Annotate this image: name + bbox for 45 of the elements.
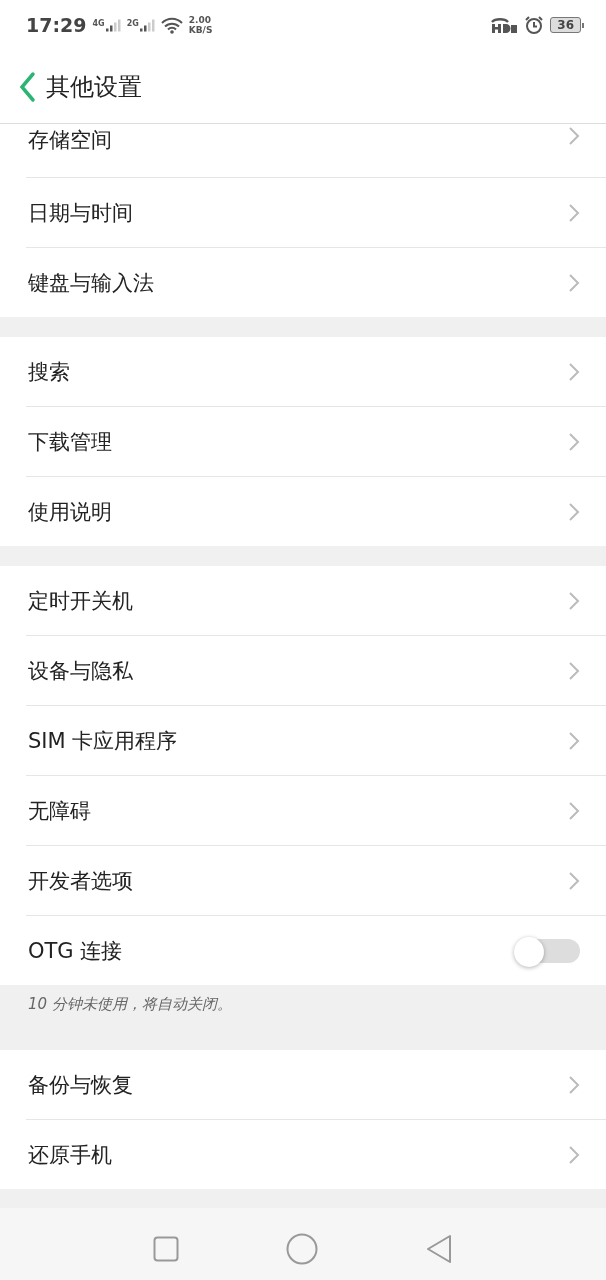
- clock: 17:29: [26, 14, 87, 36]
- toggle-switch[interactable]: [514, 936, 580, 965]
- chevron-icon: [568, 1074, 580, 1095]
- chevron-icon: [568, 202, 580, 223]
- chevron-icon: [568, 590, 580, 611]
- back-icon[interactable]: [424, 1234, 453, 1264]
- network-label: 2G: [126, 18, 139, 28]
- settings-row[interactable]: 存储空间: [0, 124, 606, 177]
- settings-row[interactable]: 备份与恢复: [0, 1050, 606, 1119]
- settings-row[interactable]: 开发者选项: [26, 845, 606, 915]
- signal-icon: [139, 18, 155, 32]
- battery-icon: 36: [550, 17, 584, 33]
- chevron-icon: [568, 431, 580, 452]
- settings-row[interactable]: OTG 连接: [26, 915, 606, 985]
- settings-row[interactable]: 键盘与输入法: [26, 247, 606, 317]
- chevron-icon: [568, 126, 580, 146]
- settings-row[interactable]: 使用说明: [26, 476, 606, 546]
- chevron-icon: [568, 1144, 580, 1165]
- settings-row[interactable]: 还原手机: [26, 1119, 606, 1189]
- speed-unit: KB/S: [188, 25, 213, 35]
- wifi-icon: [160, 16, 183, 34]
- signal-icon: [105, 18, 121, 32]
- settings-row[interactable]: 日期与时间: [26, 177, 606, 247]
- settings-row[interactable]: 下载管理: [26, 406, 606, 476]
- back-icon[interactable]: [18, 70, 36, 103]
- chevron-icon: [568, 800, 580, 821]
- chevron-icon: [568, 272, 580, 293]
- settings-row[interactable]: 搜索: [0, 337, 606, 406]
- speed-value: 2.00: [188, 15, 212, 25]
- hint-text: 10 分钟未使用，将自动关闭。: [28, 995, 232, 1013]
- settings-row[interactable]: 设备与隐私: [26, 635, 606, 705]
- chevron-icon: [568, 361, 580, 382]
- chevron-icon: [568, 730, 580, 751]
- network-label: 4G: [92, 18, 105, 28]
- settings-row[interactable]: 定时开关机: [0, 566, 606, 635]
- settings-row[interactable]: 无障碍: [26, 775, 606, 845]
- chevron-icon: [568, 501, 580, 522]
- settings-row[interactable]: SIM 卡应用程序: [26, 705, 606, 775]
- hd-call-icon: [490, 16, 519, 34]
- square-icon[interactable]: [153, 1236, 180, 1262]
- home-icon[interactable]: [286, 1233, 318, 1265]
- page-title: 其他设置: [46, 71, 142, 103]
- chevron-icon: [568, 660, 580, 681]
- chevron-icon: [568, 870, 580, 891]
- alarm-icon: [524, 15, 545, 35]
